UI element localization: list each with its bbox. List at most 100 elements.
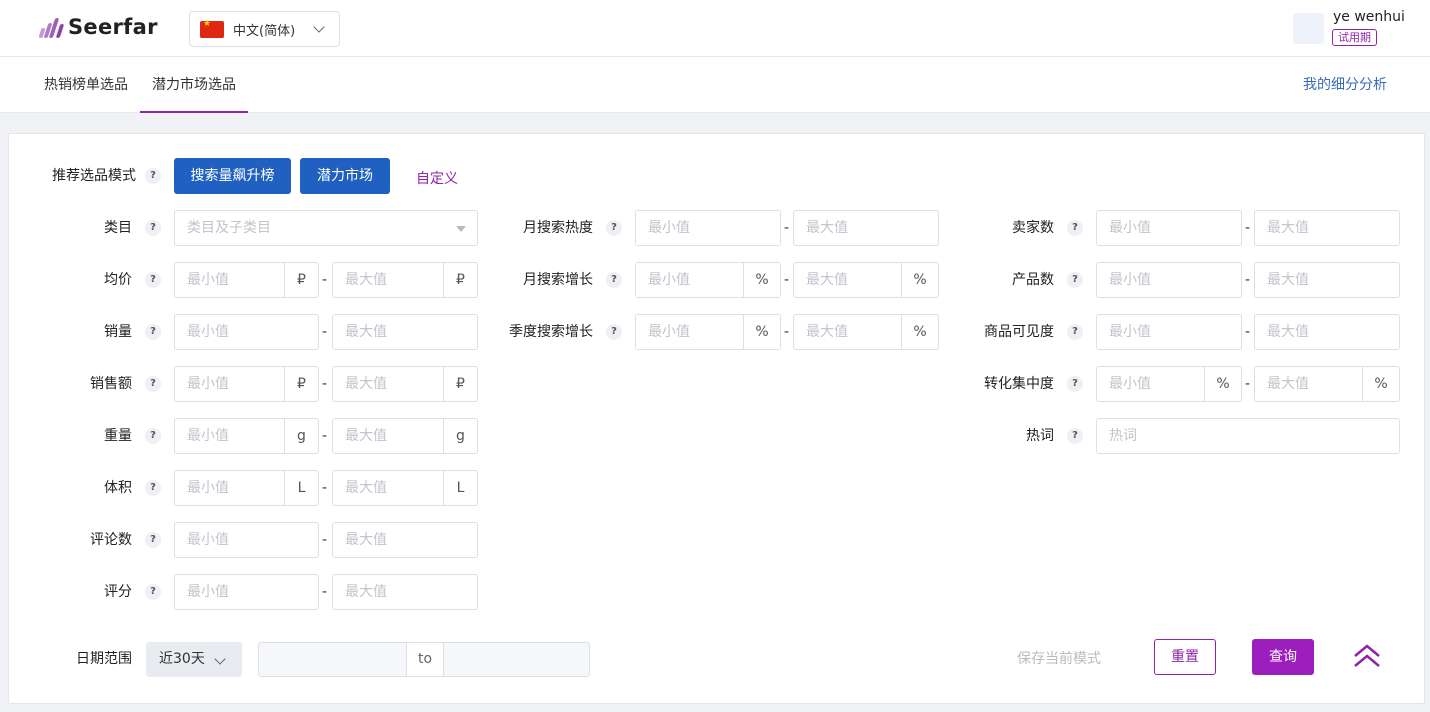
ruble-unit: ₽ xyxy=(284,367,318,401)
sales-label: 销量 xyxy=(104,324,132,340)
sellers-max-input[interactable]: 最大值 xyxy=(1254,210,1400,246)
revenue-min-input[interactable]: 最小值 ₽ xyxy=(174,366,319,402)
products-max-input[interactable]: 最大值 xyxy=(1254,262,1400,298)
help-icon[interactable]: ? xyxy=(145,324,161,340)
sales-max-input[interactable]: 最大值 xyxy=(332,314,478,350)
help-icon[interactable]: ? xyxy=(145,168,161,184)
avg-price-label: 均价 xyxy=(104,272,132,288)
brand-name: Seerfar xyxy=(68,15,158,39)
gram-unit: g xyxy=(284,419,318,453)
liter-unit: L xyxy=(443,471,477,505)
percent-unit: % xyxy=(743,263,780,297)
gram-unit: g xyxy=(443,419,477,453)
help-icon[interactable]: ? xyxy=(1067,376,1083,392)
category-select[interactable]: 类目及子类目 xyxy=(174,210,478,246)
quarterly-search-growth-max-input[interactable]: 最大值% xyxy=(793,314,939,350)
reviews-max-input[interactable]: 最大值 xyxy=(332,522,478,558)
help-icon[interactable]: ? xyxy=(1067,324,1083,340)
help-icon[interactable]: ? xyxy=(1067,428,1083,444)
range-dash: - xyxy=(784,272,790,288)
conversion-concentration-label: 转化集中度 xyxy=(984,376,1054,392)
monthly-search-heat-max-input[interactable]: 最大值 xyxy=(793,210,939,246)
help-icon[interactable]: ? xyxy=(145,272,161,288)
weight-min-input[interactable]: 最小值 g xyxy=(174,418,319,454)
china-flag-icon xyxy=(200,19,224,38)
revenue-max-input[interactable]: 最大值 ₽ xyxy=(332,366,478,402)
monthly-search-growth-max-input[interactable]: 最大值% xyxy=(793,262,939,298)
help-icon[interactable]: ? xyxy=(606,272,622,288)
tab-bestseller[interactable]: 热销榜单选品 xyxy=(44,57,128,113)
query-button[interactable]: 查询 xyxy=(1252,639,1314,675)
percent-unit: % xyxy=(1204,367,1241,401)
help-icon[interactable]: ? xyxy=(145,220,161,236)
hotword-input[interactable]: 热词 xyxy=(1096,418,1400,454)
visibility-min-input[interactable]: 最小值 xyxy=(1096,314,1242,350)
avatar[interactable] xyxy=(1293,13,1324,44)
conversion-concentration-min-input[interactable]: 最小值% xyxy=(1096,366,1242,402)
chevron-down-icon xyxy=(313,21,325,33)
weight-max-input[interactable]: 最大值 g xyxy=(332,418,478,454)
max-placeholder: 最大值 xyxy=(806,220,848,236)
sales-min-input[interactable]: 最小值 xyxy=(174,314,319,350)
custom-mode-link[interactable]: 自定义 xyxy=(416,168,458,188)
username[interactable]: ye wenhui xyxy=(1333,9,1405,25)
reset-button[interactable]: 重置 xyxy=(1154,639,1216,675)
avg-price-max-input[interactable]: 最大值 ₽ xyxy=(332,262,478,298)
quarterly-search-growth-label: 季度搜索增长 xyxy=(509,324,593,340)
rating-max-input[interactable]: 最大值 xyxy=(332,574,478,610)
max-placeholder: 最大值 xyxy=(345,272,387,288)
monthly-search-heat-min-input[interactable]: 最小值 xyxy=(635,210,781,246)
min-placeholder: 最小值 xyxy=(187,428,229,444)
help-icon[interactable]: ? xyxy=(1067,272,1083,288)
language-label: 中文(简体) xyxy=(233,23,296,39)
quarterly-search-growth-min-input[interactable]: 最小值% xyxy=(635,314,781,350)
min-placeholder: 最小值 xyxy=(187,532,229,548)
help-icon[interactable]: ? xyxy=(145,480,161,496)
range-dash: - xyxy=(1245,376,1251,392)
revenue-label: 销售额 xyxy=(90,376,132,392)
help-icon[interactable]: ? xyxy=(606,220,622,236)
percent-unit: % xyxy=(743,315,780,349)
brand-logo[interactable]: Seerfar xyxy=(38,15,158,39)
percent-unit: % xyxy=(901,315,938,349)
hotword-placeholder: 热词 xyxy=(1109,428,1137,444)
monthly-search-growth-min-input[interactable]: 最小值% xyxy=(635,262,781,298)
date-preset-select[interactable]: 近30天 xyxy=(146,642,242,677)
sellers-label: 卖家数 xyxy=(1012,220,1054,236)
sellers-min-input[interactable]: 最小值 xyxy=(1096,210,1242,246)
my-segment-analysis-link[interactable]: 我的细分分析 xyxy=(1303,57,1387,113)
logo-mark-icon xyxy=(38,16,65,38)
min-placeholder: 最小值 xyxy=(1109,376,1151,392)
help-icon[interactable]: ? xyxy=(606,324,622,340)
avg-price-min-input[interactable]: 最小值 ₽ xyxy=(174,262,319,298)
ruble-unit: ₽ xyxy=(443,263,477,297)
date-range-picker[interactable]: to xyxy=(258,642,590,677)
help-icon[interactable]: ? xyxy=(145,532,161,548)
chevron-down-icon xyxy=(214,653,226,665)
trial-badge: 试用期 xyxy=(1332,29,1377,46)
collapse-up-icon[interactable] xyxy=(1352,642,1382,672)
help-icon[interactable]: ? xyxy=(1067,220,1083,236)
min-placeholder: 最小值 xyxy=(1109,324,1151,340)
visibility-max-input[interactable]: 最大值 xyxy=(1254,314,1400,350)
range-dash: - xyxy=(322,584,328,600)
reviews-min-input[interactable]: 最小值 xyxy=(174,522,319,558)
help-icon[interactable]: ? xyxy=(145,584,161,600)
potential-market-button[interactable]: 潜力市场 xyxy=(300,158,390,194)
range-dash: - xyxy=(322,532,328,548)
tab-bar: 热销榜单选品 潜力市场选品 我的细分分析 xyxy=(0,57,1430,113)
volume-max-input[interactable]: 最大值 L xyxy=(332,470,478,506)
tab-potential-market[interactable]: 潜力市场选品 xyxy=(140,57,248,113)
volume-min-input[interactable]: 最小值 L xyxy=(174,470,319,506)
help-icon[interactable]: ? xyxy=(145,428,161,444)
products-min-input[interactable]: 最小值 xyxy=(1096,262,1242,298)
help-icon[interactable]: ? xyxy=(145,376,161,392)
min-placeholder: 最小值 xyxy=(648,220,690,236)
conversion-concentration-max-input[interactable]: 最大值% xyxy=(1254,366,1400,402)
search-surge-button[interactable]: 搜索量飙升榜 xyxy=(174,158,291,194)
save-mode-button[interactable]: 保存当前模式 xyxy=(1017,648,1101,668)
date-preset-value: 近30天 xyxy=(159,651,205,667)
language-select[interactable]: 中文(简体) xyxy=(189,11,340,47)
rating-min-input[interactable]: 最小值 xyxy=(174,574,319,610)
range-dash: - xyxy=(784,324,790,340)
